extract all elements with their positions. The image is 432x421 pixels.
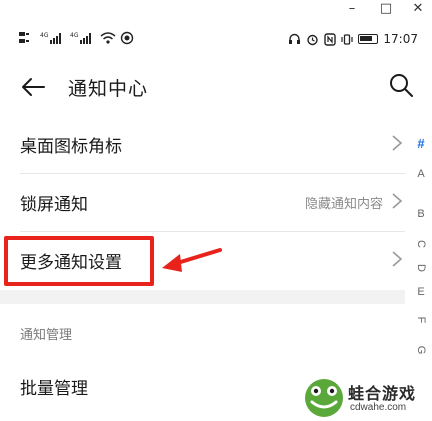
chevron-right-icon (392, 135, 403, 151)
lockscreen-notification-row[interactable]: 锁屏通知 隐藏通知内容 (0, 174, 405, 232)
target-icon (120, 31, 134, 45)
signal-icon: 4G (40, 32, 61, 44)
frog-logo-icon (305, 379, 343, 417)
battery-icon (358, 34, 379, 44)
chevron-right-icon (392, 251, 403, 267)
alarm-icon (307, 34, 319, 45)
minimize-button[interactable]: – (338, 0, 366, 20)
annotation-arrow-icon (162, 248, 222, 272)
watermark: 蛙合游戏 cdwahe.com (302, 376, 432, 421)
index-letter[interactable]: B (410, 208, 432, 220)
sim-icon (19, 32, 29, 43)
index-letter[interactable]: C (415, 233, 427, 255)
desktop-badge-row[interactable]: 桌面图标角标 (0, 116, 405, 174)
nfc-icon (324, 32, 337, 46)
back-arrow-icon[interactable] (20, 74, 46, 100)
section-separator (0, 290, 405, 304)
maximize-button[interactable]: □ (372, 0, 400, 20)
index-letter[interactable]: F (415, 309, 427, 331)
index-letter[interactable]: # (410, 136, 432, 151)
svg-text:4G: 4G (40, 32, 49, 39)
vibrate-icon (341, 33, 354, 45)
page-title: 通知中心 (68, 78, 149, 100)
index-letter[interactable]: D (415, 257, 427, 279)
search-icon[interactable] (388, 72, 414, 98)
close-button[interactable]: ✕ (404, 0, 432, 20)
watermark-name: 蛙合游戏 (348, 384, 417, 403)
watermark-url: cdwahe.com (350, 402, 407, 413)
svg-text:4G: 4G (70, 32, 79, 39)
status-bar: 4G 4G 17:07 (0, 28, 432, 56)
app-header: 通知中心 (0, 58, 432, 118)
row-label: 锁屏通知 (20, 195, 88, 215)
chevron-right-icon (392, 193, 403, 209)
signal-indicators: 4G 4G (18, 31, 134, 45)
highlight-box (4, 236, 154, 286)
row-value: 隐藏通知内容 (304, 197, 383, 212)
row-label: 批量管理 (20, 379, 88, 399)
window-controls: – □ ✕ (0, 0, 432, 22)
signal-icon: 4G (70, 32, 91, 44)
clock: 17:07 (383, 32, 418, 46)
wifi-icon (100, 32, 116, 44)
alphabet-index[interactable]: # A B C D E F G (410, 128, 432, 368)
section-header: 通知管理 (20, 328, 73, 343)
row-label: 桌面图标角标 (20, 137, 122, 157)
system-indicators: 17:07 (288, 32, 418, 46)
index-letter[interactable]: G (415, 339, 427, 361)
headset-icon (289, 33, 301, 44)
index-letter[interactable]: E (410, 286, 432, 298)
index-letter[interactable]: A (410, 168, 432, 180)
